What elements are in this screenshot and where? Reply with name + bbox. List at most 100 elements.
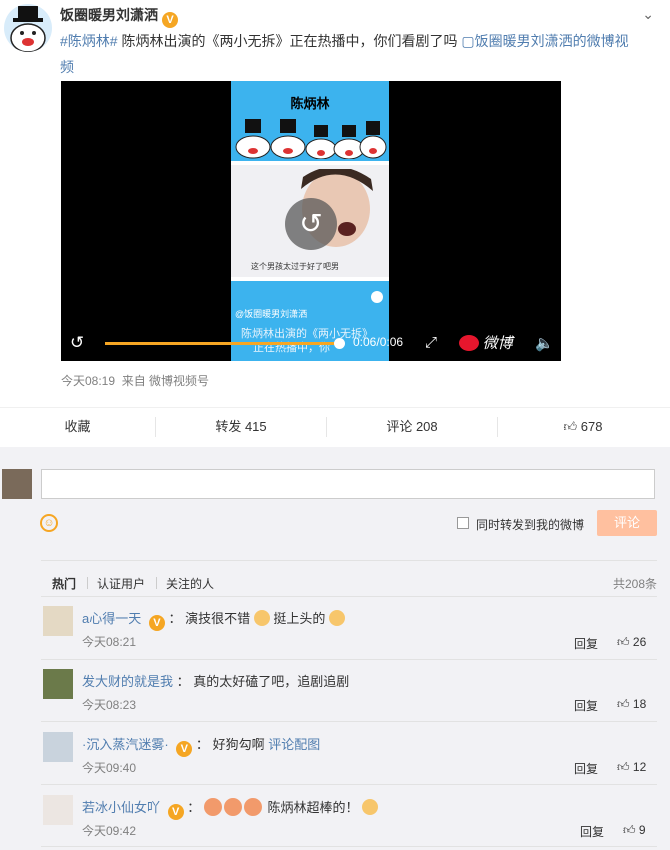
- repost-button[interactable]: 转发 415: [156, 408, 326, 446]
- comment-user[interactable]: 发大财的就是我: [82, 674, 173, 689]
- emoji-icon[interactable]: ☺: [40, 514, 58, 532]
- comment-like-count: 18: [632, 697, 647, 711]
- comment-avatar[interactable]: [43, 795, 73, 825]
- comment-user[interactable]: ·沉入蒸汽迷雾·: [82, 737, 169, 752]
- mute-icon[interactable]: 🔈: [535, 334, 554, 352]
- action-bar: 收藏 转发 415 评论 208 👍︎ 678: [0, 407, 670, 446]
- video-subtitle: 这个男孩太过于好了吧男: [251, 262, 339, 271]
- thumbs-up-icon: 👍︎: [617, 760, 630, 774]
- comment-time: 今天08:23: [82, 698, 137, 712]
- comment-image-link[interactable]: 评论配图: [268, 737, 320, 752]
- reply-button[interactable]: 回复: [574, 635, 598, 652]
- like-button[interactable]: 👍︎ 678: [498, 408, 668, 446]
- video-player[interactable]: 陈炳林 这个男孩太过于好了吧男 @饭圈暖男刘潇洒 陈炳林出演的《两小无拆》 正在…: [61, 81, 561, 361]
- divider: [41, 784, 657, 785]
- divider: [41, 659, 657, 660]
- thumbs-up-icon: 👍︎: [623, 823, 636, 837]
- thumbs-up-icon: 👍︎: [563, 419, 578, 434]
- comment-button[interactable]: 评论 208: [327, 408, 497, 446]
- comment-avatar[interactable]: [43, 732, 73, 762]
- divider: [41, 596, 657, 597]
- thumbs-up-icon: 👍︎: [617, 635, 630, 649]
- weibo-logo-icon: [459, 335, 479, 351]
- praying-hands-emoji-icon: [329, 610, 346, 626]
- repost-checkbox-label: 同时转发到我的微博: [476, 518, 585, 532]
- comment-text: 陈炳林超棒的！: [267, 800, 359, 815]
- comment-avatar[interactable]: [43, 606, 73, 636]
- comment-like-count: 12: [632, 760, 647, 774]
- comment-time: 今天09:40: [82, 761, 137, 775]
- comment-separator: ：: [195, 737, 209, 752]
- octopus-emoji-icon: [223, 798, 242, 816]
- post-time[interactable]: 今天08:19: [61, 374, 115, 388]
- hand-gesture-emoji-icon: [362, 799, 379, 815]
- my-avatar: [2, 469, 32, 499]
- reply-button[interactable]: 回复: [574, 760, 598, 777]
- replay-icon[interactable]: ↺: [285, 198, 337, 250]
- collect-label: 收藏: [64, 419, 91, 434]
- verified-badge-icon: V: [162, 12, 178, 28]
- author-name-text[interactable]: 饭圈暖男刘潇洒: [60, 7, 158, 23]
- filter-hot[interactable]: 热门: [52, 575, 76, 592]
- comment-content: 若冰小仙女吖 V ： 陈炳林超棒的！: [82, 797, 379, 820]
- comment-input[interactable]: [41, 469, 655, 499]
- comment-avatar[interactable]: [43, 669, 73, 699]
- post-source[interactable]: 来自 微博视频号: [122, 374, 209, 388]
- comment-user[interactable]: a心得一天: [82, 611, 141, 626]
- comment-like-count: 9: [638, 823, 646, 837]
- author-avatar[interactable]: [4, 4, 52, 52]
- video-watermark: @饭圈暖男刘潇洒: [235, 309, 308, 319]
- author-name[interactable]: 饭圈暖男刘潇洒 V: [60, 5, 178, 28]
- progress-bar[interactable]: [105, 338, 345, 349]
- filter-verified[interactable]: 认证用户: [97, 575, 145, 592]
- comment-user[interactable]: 若冰小仙女吖: [82, 800, 160, 815]
- repost-checkbox[interactable]: [457, 517, 469, 529]
- verified-badge-icon: V: [176, 741, 193, 757]
- comment-text: 好狗勾啊: [212, 737, 265, 752]
- video-top-panel: 陈炳林: [231, 81, 389, 161]
- weibo-logo[interactable]: 微博: [459, 332, 513, 353]
- post-body: 陈炳林出演的《两小无拆》正在热播中，你们看剧了吗: [117, 33, 462, 49]
- submit-comment-button[interactable]: 评论: [597, 510, 657, 536]
- comment-separator: ：: [187, 800, 201, 815]
- reply-button[interactable]: 回复: [574, 697, 598, 714]
- hashtag-link[interactable]: #陈炳林#: [60, 33, 118, 49]
- divider: [87, 577, 88, 589]
- collect-button[interactable]: 收藏: [0, 408, 155, 446]
- chevron-down-icon[interactable]: ⌄: [642, 6, 654, 23]
- octopus-emoji-icon: [243, 798, 262, 816]
- comment-like-button[interactable]: 👍︎ 12: [617, 760, 646, 775]
- pin-icon: [371, 291, 383, 303]
- comment-label: 评论 208: [386, 419, 438, 434]
- post-text: #陈炳林# 陈炳林出演的《两小无拆》正在热播中，你们看剧了吗 ▢饭圈暖男刘潇洒的…: [60, 28, 640, 80]
- comment-separator: ：: [168, 611, 182, 626]
- comment-time: 今天09:42: [82, 824, 137, 838]
- comment-content: a心得一天 V ： 演技很不错 挺上头的: [82, 608, 346, 631]
- fullscreen-icon[interactable]: ⤢: [425, 334, 437, 351]
- comment-like-button[interactable]: 👍︎ 9: [623, 823, 646, 838]
- thumbs-up-icon: 👍︎: [617, 697, 630, 711]
- comment-total: 共208条: [612, 577, 657, 591]
- comment-like-button[interactable]: 👍︎ 26: [617, 635, 646, 650]
- weibo-logo-text: 微博: [482, 335, 513, 352]
- reply-button[interactable]: 回复: [580, 823, 604, 840]
- progress-fill: [105, 342, 339, 345]
- progress-knob[interactable]: [334, 338, 345, 349]
- comment-text: 演技很不错: [185, 611, 251, 626]
- comment-like-button[interactable]: 👍︎ 18: [617, 697, 646, 712]
- video-controls: ↺ 0:06/0:06 ⤢ 微博 🔈: [61, 329, 561, 361]
- divider: [41, 721, 657, 722]
- comment-text: 真的太好磕了吧，追剧追剧: [193, 674, 350, 689]
- comment-text-2: 挺上头的: [273, 611, 326, 626]
- video-overlay-title: 陈炳林: [290, 96, 330, 111]
- comment-separator: ：: [176, 674, 190, 689]
- divider: [41, 846, 657, 847]
- like-count: 678: [580, 419, 603, 434]
- filter-following[interactable]: 关注的人: [166, 575, 214, 592]
- comment-time: 今天08:21: [82, 635, 137, 649]
- video-link-icon: ▢: [461, 33, 475, 49]
- divider: [41, 560, 657, 561]
- post-meta: 今天08:19 来自 微博视频号: [61, 372, 209, 389]
- replay-small-icon[interactable]: ↺: [70, 333, 84, 353]
- comment-content: ·沉入蒸汽迷雾· V ： 好狗勾啊 评论配图: [82, 734, 320, 757]
